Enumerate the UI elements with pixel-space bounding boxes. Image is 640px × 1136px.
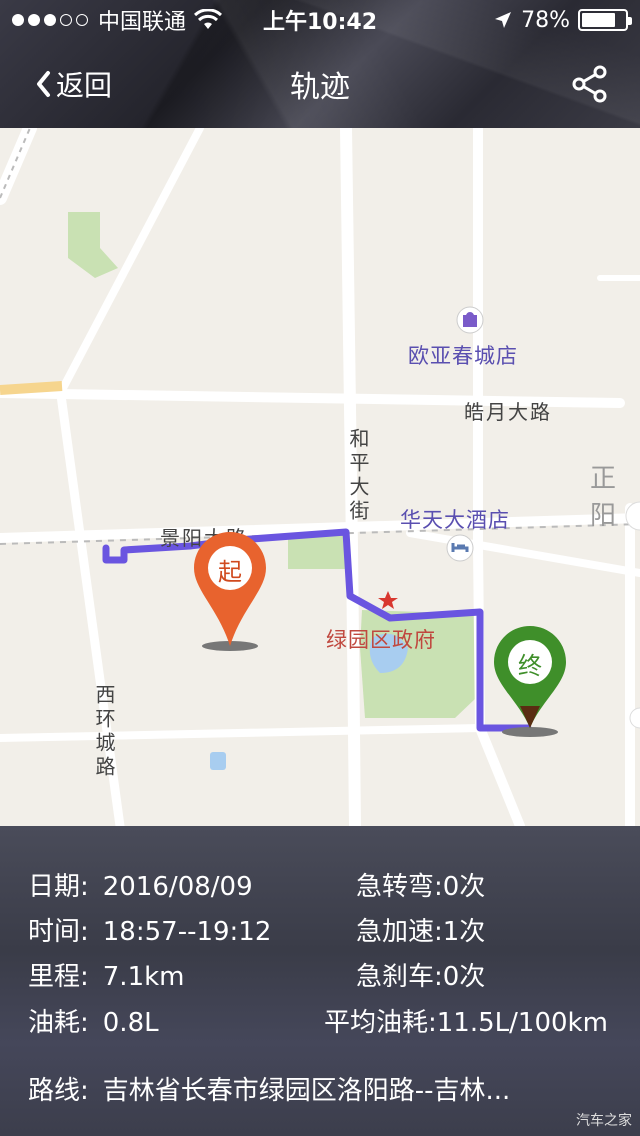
map-view[interactable]: 景阳大路 皓月大路 和平大街 西环城路 欧亚春城店 华天大酒店 绿园区政府 正阳… — [0, 128, 640, 826]
brake-row: 急刹车: 0次 — [356, 956, 485, 993]
chevron-left-icon — [37, 71, 50, 97]
back-button[interactable]: 返回 — [34, 64, 112, 104]
nav-bar: 返回 轨迹 — [0, 40, 640, 128]
date-label: 日期: — [28, 872, 89, 902]
brake-label: 急刹车: — [356, 962, 443, 992]
signal-strength-icon — [12, 14, 88, 26]
accel-value: 1次 — [442, 917, 486, 947]
poi-label-huatian[interactable]: 华天大酒店 — [400, 504, 510, 534]
sharp-turn-label: 急转弯: — [356, 872, 443, 902]
battery-icon — [578, 9, 632, 31]
road-south — [0, 724, 484, 742]
government-star-icon — [378, 591, 398, 609]
start-marker-pin[interactable]: 起 — [190, 528, 270, 648]
route-row: 路线: 吉林省长春市绿园区洛阳路--吉林... — [28, 1070, 510, 1107]
sharp-turn-value: 0次 — [442, 872, 486, 902]
road-east-diagonal — [406, 529, 640, 577]
back-button-label: 返回 — [56, 69, 113, 102]
accel-row: 急加速: 1次 — [356, 911, 485, 948]
highway-segment — [0, 381, 63, 395]
fuel-row: 油耗: 0.8L — [28, 1002, 159, 1039]
fuel-label: 油耗: — [28, 1008, 89, 1038]
sharp-turn-row: 急转弯: 0次 — [356, 866, 485, 903]
time-value: 18:57--19:12 — [102, 917, 272, 947]
date-row: 日期: 2016/08/09 — [28, 866, 253, 903]
carrier-name: 中国联通 — [98, 10, 187, 35]
trip-info-panel: 日期: 2016/08/09 时间: 18:57--19:12 里程: 7.1k… — [0, 826, 640, 1136]
battery-level-fill — [582, 13, 615, 27]
status-bar: 中国联通 上午10:42 78% — [0, 0, 640, 40]
park-area-nw — [68, 212, 118, 278]
road-label-heping: 和平大街 — [346, 428, 370, 524]
distance-label: 里程: — [28, 962, 89, 992]
date-value: 2016/08/09 — [102, 872, 253, 902]
route-label: 路线: — [28, 1076, 89, 1106]
watermark: 汽车之家 — [576, 1113, 632, 1129]
poi-label-ouya[interactable]: 欧亚春城店 — [408, 340, 518, 370]
map-pin-icon — [194, 532, 266, 646]
poi-label-lvyuan[interactable]: 绿园区政府 — [326, 624, 436, 654]
accel-label: 急加速: — [356, 917, 443, 947]
distance-row: 里程: 7.1km — [28, 956, 185, 993]
header: 中国联通 上午10:42 78% 返回 轨迹 — [0, 0, 640, 128]
brake-value: 0次 — [442, 962, 486, 992]
road-label-xihuan: 西环城路 — [92, 684, 116, 780]
end-marker-pin[interactable]: 终 — [490, 622, 570, 742]
location-arrow-icon — [495, 12, 512, 28]
end-marker-label: 终 — [518, 652, 542, 680]
road-label-haoyue: 皓月大路 — [464, 400, 552, 424]
pond-area — [210, 752, 226, 770]
fuel-value: 0.8L — [102, 1008, 159, 1038]
wifi-icon — [194, 9, 223, 29]
time-label: 时间: — [28, 917, 89, 947]
start-marker-label: 起 — [218, 558, 242, 586]
map-pin-icon — [494, 626, 566, 728]
avg-fuel-row: 平均油耗: 11.5L/100km — [324, 1002, 608, 1039]
avg-fuel-value: 11.5L/100km — [436, 1008, 608, 1038]
route-value: 吉林省长春市绿园区洛阳路--吉林... — [102, 1076, 511, 1106]
battery-percent: 78% — [521, 7, 570, 33]
distance-value: 7.1km — [102, 962, 185, 992]
region-label-zhengyang: 正阳 — [590, 464, 617, 531]
share-icon[interactable] — [570, 64, 610, 104]
avg-fuel-label: 平均油耗: — [324, 1008, 437, 1038]
time-row: 时间: 18:57--19:12 — [28, 911, 271, 948]
